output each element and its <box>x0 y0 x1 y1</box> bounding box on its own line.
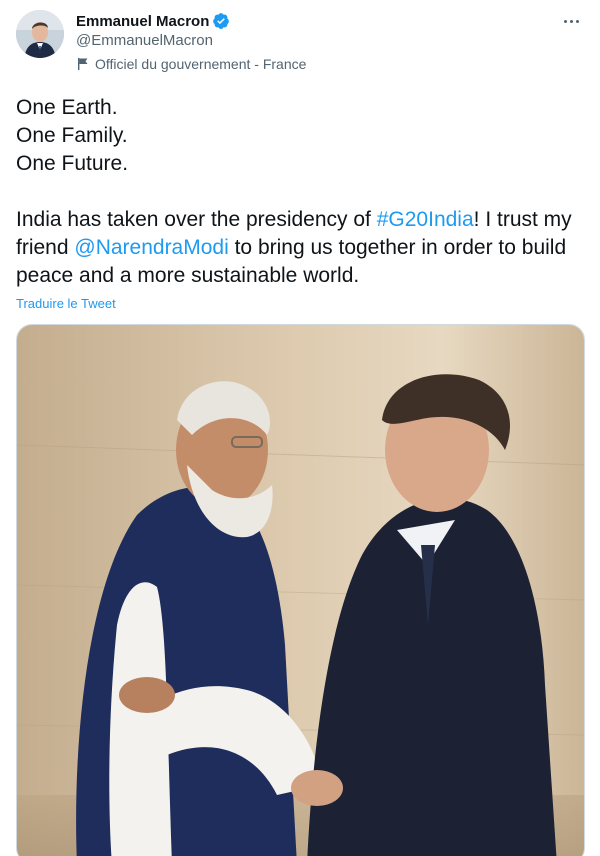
handle[interactable]: @EmmanuelMacron <box>76 32 213 49</box>
tweet-line: One Earth. <box>16 96 118 119</box>
tweet-paragraph: India has taken over the presidency of #… <box>16 206 586 290</box>
avatar-image <box>16 10 64 58</box>
avatar[interactable] <box>16 10 64 58</box>
mention-link[interactable]: @NarendraModi <box>74 236 228 259</box>
tweet-line: One Future. <box>16 152 129 175</box>
translate-tweet-link[interactable]: Traduire le Tweet <box>16 296 116 311</box>
display-name[interactable]: Emmanuel Macron <box>76 13 209 30</box>
hashtag-link[interactable]: #G20India <box>377 208 474 231</box>
photo-two-men-handshake <box>17 325 584 856</box>
tweet-header: Emmanuel Macron @EmmanuelMacron Officiel… <box>16 10 584 74</box>
tweet-text: One Earth. One Family. One Future. India… <box>16 94 586 290</box>
government-label: Officiel du gouvernement - France <box>76 56 306 72</box>
tweet-text-segment: India has taken over the presidency of <box>16 208 377 231</box>
government-label-text: Officiel du gouvernement - France <box>95 56 307 72</box>
tweet-line: One Family. <box>16 124 128 147</box>
more-options-icon[interactable] <box>558 10 584 32</box>
tweet-photo[interactable] <box>16 324 585 856</box>
verified-badge-icon <box>213 13 230 29</box>
government-flag-icon <box>78 58 88 70</box>
